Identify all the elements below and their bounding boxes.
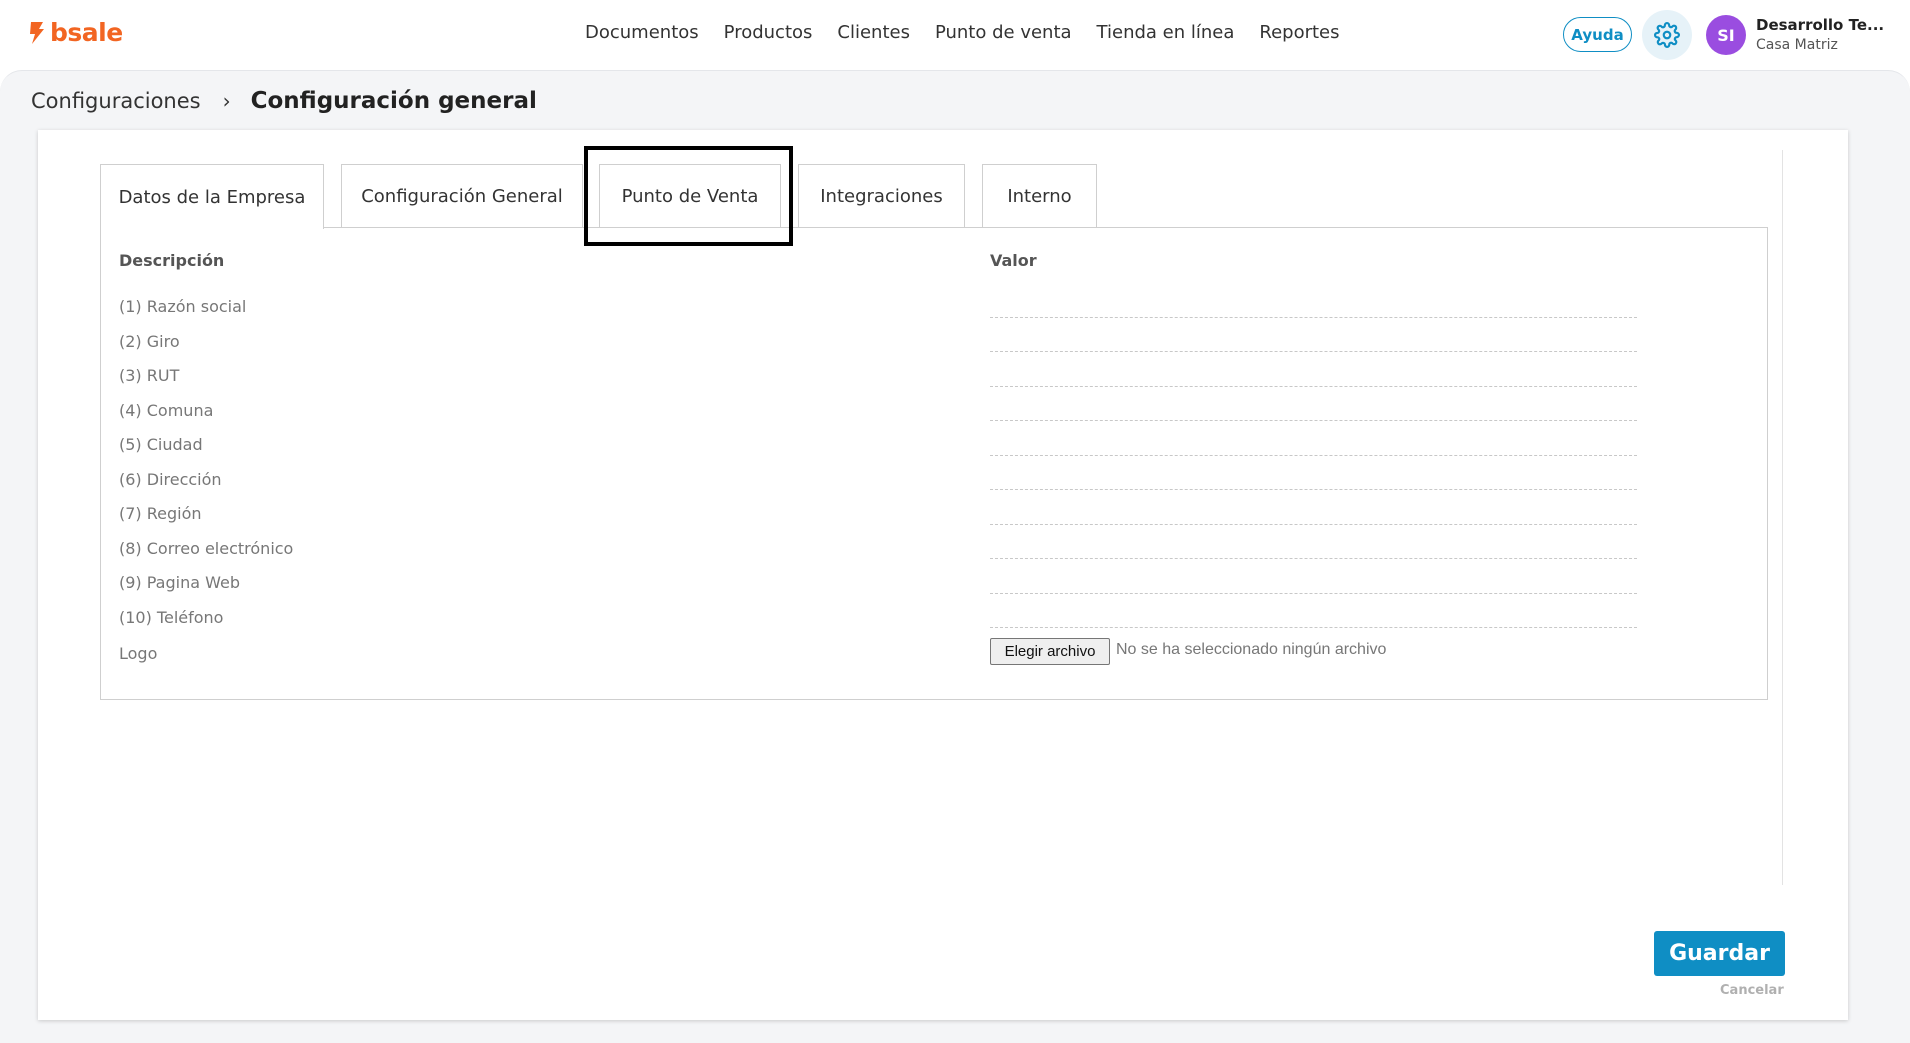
nav-documentos[interactable]: Documentos: [585, 22, 699, 43]
value-field[interactable]: [990, 558, 1637, 559]
choose-file-button[interactable]: Elegir archivo: [990, 638, 1110, 665]
field-label: (9) Pagina Web: [119, 573, 240, 592]
value-field[interactable]: [990, 386, 1637, 387]
page-title: Configuración general: [250, 88, 537, 114]
value-field[interactable]: [990, 317, 1637, 318]
field-label: (3) RUT: [119, 366, 180, 385]
tab-panel: [100, 227, 1768, 700]
top-navbar: bsale Documentos Productos Clientes Punt…: [0, 0, 1910, 70]
value-field[interactable]: [990, 593, 1637, 594]
field-label: (1) Razón social: [119, 297, 247, 316]
tab-datos-de-la-empresa[interactable]: Datos de la Empresa: [100, 164, 324, 229]
value-field[interactable]: [990, 524, 1637, 525]
tab-punto-de-venta[interactable]: Punto de Venta: [599, 164, 781, 228]
bsale-logo[interactable]: bsale: [28, 18, 123, 47]
settings-button[interactable]: [1642, 10, 1692, 60]
value-field[interactable]: [990, 627, 1637, 628]
breadcrumb-parent[interactable]: Configuraciones: [31, 89, 201, 113]
field-label: (5) Ciudad: [119, 435, 203, 454]
field-label: (6) Dirección: [119, 470, 222, 489]
logo-label: Logo: [119, 644, 158, 663]
save-button[interactable]: Guardar: [1654, 931, 1785, 976]
user-name[interactable]: Desarrollo Te...: [1756, 16, 1884, 34]
file-status-text: No se ha seleccionado ningún archivo: [1116, 641, 1387, 658]
column-header-value: Valor: [990, 251, 1037, 270]
field-label: (8) Correo electrónico: [119, 539, 294, 558]
card-divider: [1782, 150, 1783, 885]
value-field[interactable]: [990, 351, 1637, 352]
field-label: (7) Región: [119, 504, 202, 523]
field-label: (2) Giro: [119, 332, 180, 351]
tab-interno[interactable]: Interno: [982, 164, 1097, 228]
tab-configuracion-general[interactable]: Configuración General: [341, 164, 583, 228]
bsale-logo-icon: [30, 21, 44, 44]
field-label: (10) Teléfono: [119, 608, 224, 627]
main-nav: Documentos Productos Clientes Punto de v…: [585, 22, 1340, 43]
nav-productos[interactable]: Productos: [724, 22, 813, 43]
chevron-right-icon: ›: [222, 89, 231, 113]
nav-clientes[interactable]: Clientes: [837, 22, 910, 43]
help-button[interactable]: Ayuda: [1563, 17, 1632, 52]
gear-icon: [1654, 22, 1680, 48]
logo-text: bsale: [50, 18, 123, 47]
breadcrumb: Configuraciones › Configuración general: [31, 88, 537, 114]
nav-reportes[interactable]: Reportes: [1259, 22, 1339, 43]
value-field[interactable]: [990, 455, 1637, 456]
value-field[interactable]: [990, 420, 1637, 421]
cancel-link[interactable]: Cancelar: [1720, 983, 1784, 998]
avatar[interactable]: SI: [1706, 15, 1746, 55]
column-header-description: Descripción: [119, 251, 225, 270]
tab-integraciones[interactable]: Integraciones: [798, 164, 965, 228]
nav-tienda-en-linea[interactable]: Tienda en línea: [1097, 22, 1235, 43]
field-label: (4) Comuna: [119, 401, 214, 420]
value-field[interactable]: [990, 489, 1637, 490]
user-branch: Casa Matriz: [1756, 37, 1838, 53]
nav-punto-de-venta[interactable]: Punto de venta: [935, 22, 1072, 43]
